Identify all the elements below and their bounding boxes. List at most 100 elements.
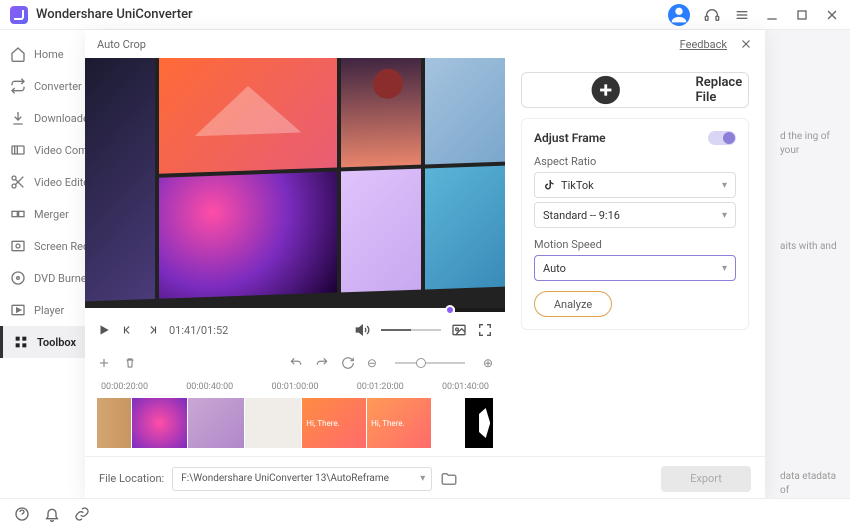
snapshot-icon[interactable] (451, 322, 467, 338)
aspect-ratio-label: Aspect Ratio (534, 155, 736, 168)
timeline-clip[interactable]: Hi, There. (302, 398, 366, 448)
redo-icon[interactable] (315, 356, 329, 370)
sidebar-label: Merger (34, 208, 69, 221)
app-title: Wondershare UniConverter (36, 7, 193, 22)
replace-file-button[interactable]: Replace File (521, 72, 749, 108)
chevron-down-icon: ▾ (722, 210, 727, 221)
tiktok-icon (543, 179, 555, 191)
sidebar-item-converter[interactable]: Converter (0, 70, 85, 102)
sidebar-label: Converter (34, 80, 82, 93)
time-mark: 00:01:40:00 (442, 382, 489, 392)
timeline[interactable]: 00:00:20:00 00:00:40:00 00:01:00:00 00:0… (85, 378, 505, 456)
motion-speed-label: Motion Speed (534, 238, 736, 251)
footer-bar (0, 498, 850, 528)
analyze-button[interactable]: Analyze (534, 291, 612, 317)
adjust-frame-toggle[interactable] (708, 131, 736, 145)
export-button[interactable]: Export (661, 466, 751, 492)
download-icon (10, 110, 26, 126)
sidebar-item-player[interactable]: Player (0, 294, 85, 326)
zoom-slider[interactable] (395, 362, 465, 364)
chevron-down-icon: ▾ (420, 473, 425, 484)
user-avatar-icon[interactable] (668, 4, 690, 26)
sidebar-item-home[interactable]: Home (0, 38, 85, 70)
undo-icon[interactable] (289, 356, 303, 370)
time-mark: 00:00:40:00 (186, 382, 233, 392)
play-icon[interactable] (97, 323, 111, 337)
delete-icon[interactable] (123, 356, 137, 370)
next-frame-icon[interactable] (145, 323, 159, 337)
background-text: data etadata of (780, 470, 840, 498)
feedback-link[interactable]: Feedback (680, 38, 727, 51)
timeline-clip[interactable] (245, 398, 301, 448)
scissors-icon (10, 174, 26, 190)
zoom-in-icon[interactable]: ⊕ (483, 356, 493, 370)
sidebar-item-recorder[interactable]: Screen Recorder (0, 230, 85, 262)
time-mark: 00:00:20:00 (101, 382, 148, 392)
file-location-label: File Location: (99, 472, 164, 485)
plus-circle-icon (522, 73, 690, 107)
sidebar-item-compressor[interactable]: Video Compressor (0, 134, 85, 166)
aspect-platform-select[interactable]: TikTok▾ (534, 172, 736, 198)
help-icon[interactable] (14, 506, 30, 522)
timeline-clip[interactable] (188, 398, 244, 448)
sidebar-label: Video Compressor (34, 144, 85, 157)
sidebar-label: Video Editor (34, 176, 85, 189)
dvd-icon (10, 270, 26, 286)
sidebar-label: Toolbox (37, 336, 76, 349)
modal-close-icon[interactable] (739, 37, 753, 51)
aspect-ratio-select[interactable]: Standard -- 9:16▾ (534, 202, 736, 228)
app-logo-icon (10, 6, 28, 24)
sidebar-item-merger[interactable]: Merger (0, 198, 85, 230)
sidebar-item-toolbox[interactable]: Toolbox (0, 326, 85, 358)
sidebar-item-downloader[interactable]: Downloader (0, 102, 85, 134)
timeline-clip[interactable]: Hi, There. (367, 398, 431, 448)
player-icon (10, 302, 26, 318)
sidebar-item-editor[interactable]: Video Editor (0, 166, 85, 198)
volume-slider[interactable] (381, 329, 441, 331)
timeline-clip[interactable] (97, 398, 131, 448)
volume-icon[interactable] (355, 322, 371, 338)
home-icon (10, 46, 26, 62)
background-text: aits with and (780, 240, 840, 254)
time-mark: 00:01:20:00 (357, 382, 404, 392)
file-location-select[interactable]: F:\Wondershare UniConverter 13\AutoRefra… (172, 467, 432, 491)
sidebar-label: Player (34, 304, 64, 317)
recorder-icon (10, 238, 26, 254)
sidebar-label: DVD Burner (34, 272, 85, 285)
timeline-clip[interactable] (132, 398, 188, 448)
modal-title: Auto Crop (97, 38, 146, 51)
prev-frame-icon[interactable] (121, 323, 135, 337)
reset-icon[interactable] (341, 356, 355, 370)
converter-icon (10, 78, 26, 94)
replace-label: Replace File (696, 75, 749, 105)
minimize-icon[interactable] (764, 7, 780, 23)
adjust-frame-title: Adjust Frame (534, 131, 606, 145)
link-icon[interactable] (74, 506, 90, 522)
headset-icon[interactable] (704, 7, 720, 23)
zoom-out-icon[interactable]: ⊖ (367, 356, 377, 370)
progress-bar[interactable] (85, 308, 505, 312)
merger-icon (10, 206, 26, 222)
sidebar-label: Home (34, 48, 64, 61)
auto-crop-modal: Auto Crop Feedback (85, 30, 765, 500)
menu-icon[interactable] (734, 7, 750, 23)
open-folder-icon[interactable] (440, 470, 458, 488)
close-icon[interactable] (824, 7, 840, 23)
sidebar-label: Screen Recorder (34, 240, 85, 253)
background-text: d the ing of your (780, 130, 840, 158)
video-preview[interactable] (85, 58, 505, 308)
add-marker-icon[interactable] (97, 356, 111, 370)
fullscreen-icon[interactable] (477, 322, 493, 338)
toolbox-icon (13, 334, 29, 350)
sidebar-item-dvd[interactable]: DVD Burner (0, 262, 85, 294)
compressor-icon (10, 142, 26, 158)
timeline-clip[interactable] (465, 398, 493, 448)
chevron-down-icon: ▾ (722, 263, 727, 274)
timeline-clip[interactable] (432, 398, 464, 448)
maximize-icon[interactable] (794, 7, 810, 23)
sidebar-label: Downloader (34, 112, 85, 125)
motion-speed-select[interactable]: Auto▾ (534, 255, 736, 281)
sidebar: Home Converter Downloader Video Compress… (0, 30, 85, 498)
time-display: 01:41/01:52 (169, 324, 228, 337)
bell-icon[interactable] (44, 506, 60, 522)
